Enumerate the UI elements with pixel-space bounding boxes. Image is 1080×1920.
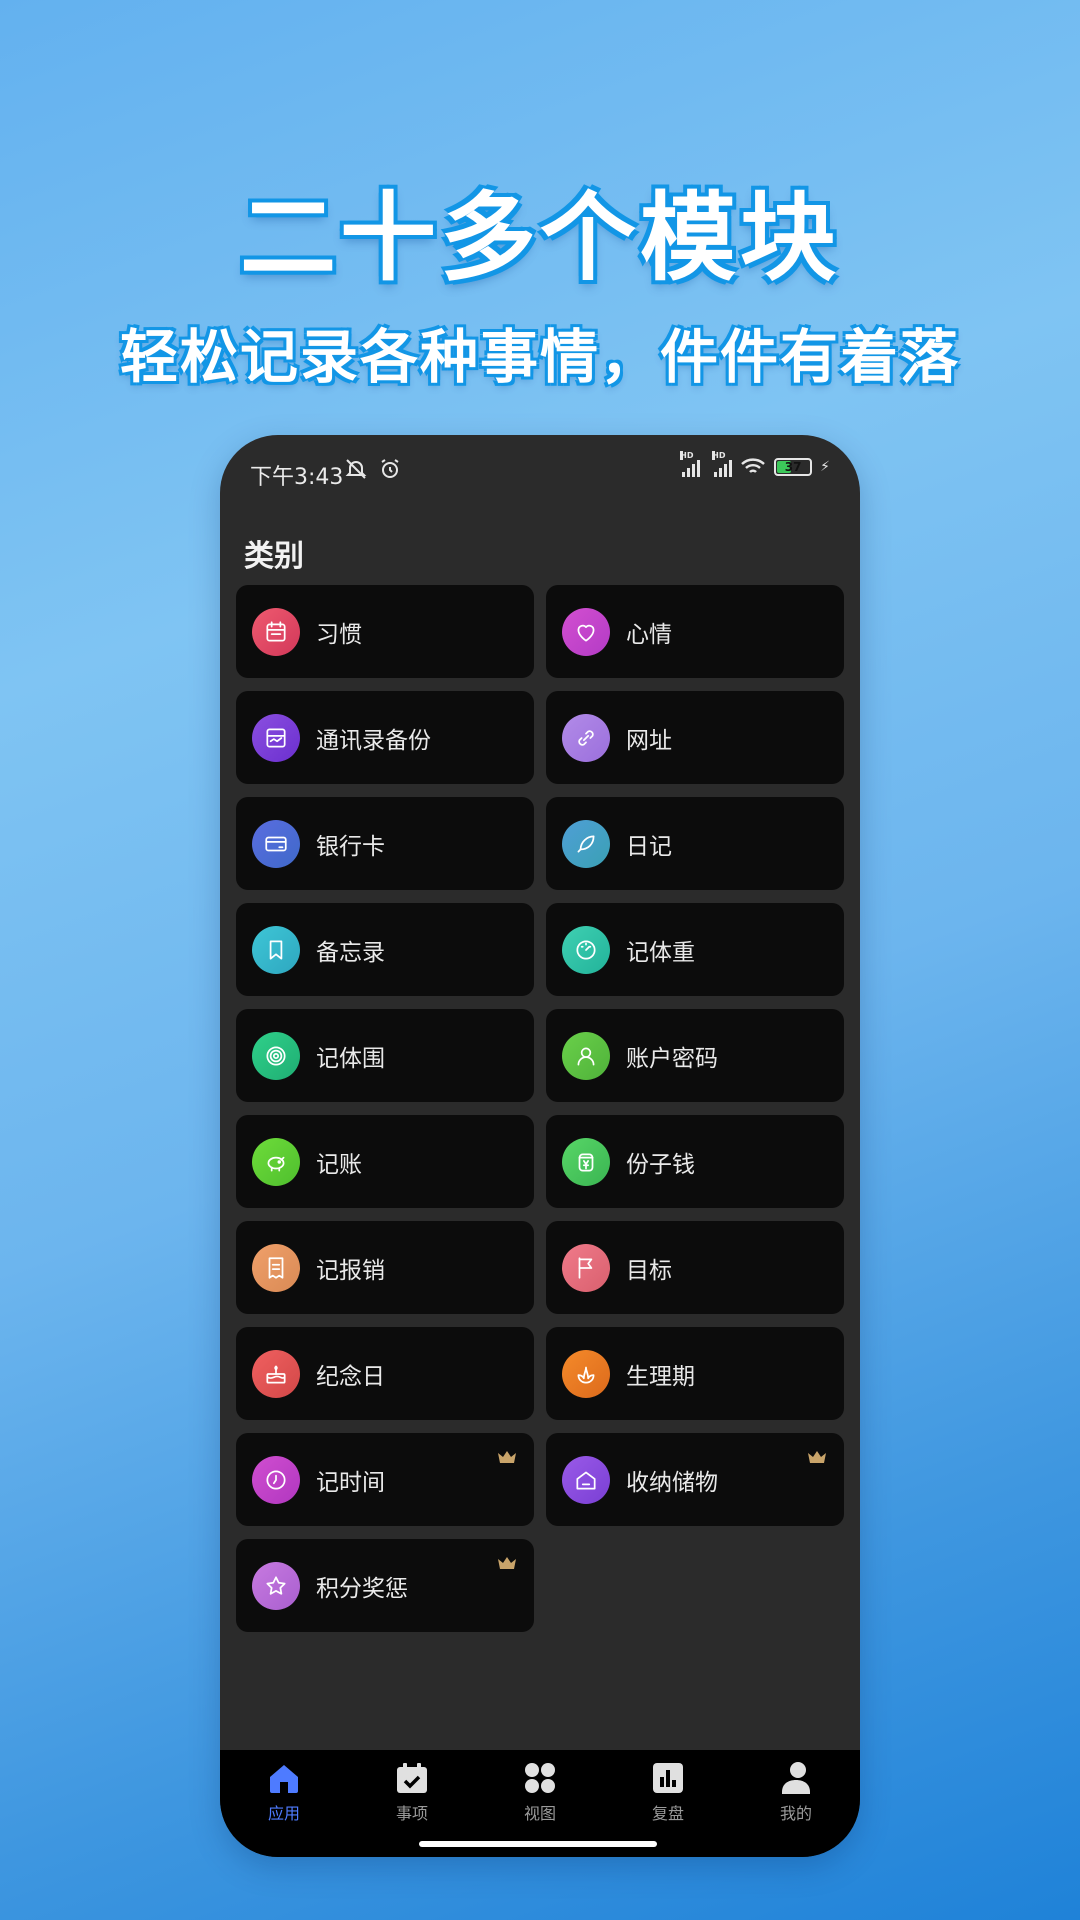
category-card[interactable]: 收纳储物 <box>546 1433 844 1526</box>
category-label: 生理期 <box>626 1363 695 1390</box>
bottom-tab-bar: 应用 事项 视图 复盘 我的 <box>220 1750 860 1857</box>
flower-icon <box>562 1349 610 1398</box>
flag-icon <box>562 1243 610 1292</box>
heart-icon <box>562 607 610 656</box>
battery-icon: 37 <box>774 458 813 476</box>
charging-icon: ⚡ <box>820 459 830 475</box>
category-label: 记报销 <box>316 1257 385 1284</box>
category-card[interactable]: 习惯 <box>236 585 534 678</box>
category-label: 日记 <box>626 833 672 860</box>
category-label: 份子钱 <box>626 1151 695 1178</box>
clock-icon <box>252 1455 300 1504</box>
grid-icon <box>525 1763 555 1793</box>
category-card[interactable]: 记时间 <box>236 1433 534 1526</box>
tab-label: 视图 <box>523 1804 556 1823</box>
tab-label: 我的 <box>779 1804 812 1823</box>
category-card[interactable]: 通讯录备份 <box>236 691 534 784</box>
category-label: 记账 <box>316 1151 362 1178</box>
category-label: 习惯 <box>316 621 362 648</box>
contacts-icon <box>252 713 300 762</box>
category-card[interactable]: 网址 <box>546 691 844 784</box>
category-label: 收纳储物 <box>626 1469 718 1496</box>
crown-icon <box>498 1451 516 1463</box>
house-icon <box>562 1455 610 1504</box>
phone-screen: 下午3:43 HD HD 37 ⚡ 类别 习惯 心情通讯录备份 网址银行卡 日记备忘录… <box>220 435 860 1857</box>
category-label: 银行卡 <box>316 833 385 860</box>
signal-icon: HD <box>712 451 733 477</box>
category-label: 目标 <box>626 1257 672 1284</box>
category-card[interactable]: 账户密码 <box>546 1009 844 1102</box>
promo-headline: 二十多个模块 <box>240 182 840 294</box>
alarm-icon <box>381 459 399 478</box>
receipt-icon <box>252 1243 300 1292</box>
category-card[interactable]: 银行卡 <box>236 797 534 890</box>
home-indicator[interactable] <box>419 1841 657 1847</box>
crown-icon <box>498 1557 516 1569</box>
category-card[interactable]: 纪念日 <box>236 1327 534 1420</box>
category-card[interactable]: 日记 <box>546 797 844 890</box>
category-card[interactable]: 目标 <box>546 1221 844 1314</box>
crown-icon <box>808 1451 826 1463</box>
category-card[interactable]: 心情 <box>546 585 844 678</box>
signal-icon: HD <box>680 451 701 477</box>
tab-grid[interactable]: 视图 <box>476 1760 604 1824</box>
category-card[interactable]: 记账 <box>236 1115 534 1208</box>
status-bar: 下午3:43 HD HD 37 ⚡ <box>220 435 860 515</box>
category-card[interactable]: 记体围 <box>236 1009 534 1102</box>
cake-icon <box>252 1349 300 1398</box>
calendar-check-icon <box>397 1763 427 1793</box>
scale-icon <box>562 925 610 974</box>
calendar-icon <box>252 607 300 656</box>
feather-icon <box>562 819 610 868</box>
link-icon <box>562 713 610 762</box>
card-icon <box>252 819 300 868</box>
category-card[interactable]: 积分奖惩 <box>236 1539 534 1632</box>
category-label: 记体重 <box>626 939 695 966</box>
tab-calendar-check[interactable]: 事项 <box>348 1760 476 1824</box>
category-label: 备忘录 <box>316 939 385 966</box>
category-label: 网址 <box>626 727 672 754</box>
category-label: 纪念日 <box>316 1363 385 1390</box>
category-label: 通讯录备份 <box>316 727 431 754</box>
promo-subline: 轻松记录各种事情，件件有着落 <box>119 323 960 391</box>
tab-home[interactable]: 应用 <box>220 1760 348 1824</box>
category-label: 记体围 <box>316 1045 385 1072</box>
status-time: 下午3:43 <box>250 465 344 490</box>
category-grid: 习惯 心情通讯录备份 网址银行卡 日记备忘录 记体重记体围 账户密码记账 份子钱记报销 目标纪… <box>236 585 846 1632</box>
money-jar-icon <box>562 1137 610 1186</box>
home-icon <box>270 1765 298 1793</box>
tab-label: 事项 <box>395 1804 428 1823</box>
tab-label: 应用 <box>267 1804 300 1823</box>
category-label: 记时间 <box>316 1469 385 1496</box>
category-label: 积分奖惩 <box>316 1575 408 1602</box>
category-card[interactable]: 生理期 <box>546 1327 844 1420</box>
category-label: 心情 <box>626 621 672 648</box>
tab-label: 复盘 <box>651 1804 684 1823</box>
bookmark-icon <box>252 925 300 974</box>
person-icon <box>782 1762 810 1794</box>
category-card[interactable]: 备忘录 <box>236 903 534 996</box>
category-card[interactable]: 记报销 <box>236 1221 534 1314</box>
mute-bell-icon <box>345 459 367 479</box>
piggy-bank-icon <box>252 1137 300 1186</box>
star-icon <box>252 1561 300 1610</box>
user-icon <box>562 1031 610 1080</box>
category-label: 账户密码 <box>626 1045 718 1072</box>
target-icon <box>252 1031 300 1080</box>
chart-icon <box>653 1763 683 1793</box>
page-title: 类别 <box>244 539 304 574</box>
category-card[interactable]: 份子钱 <box>546 1115 844 1208</box>
wifi-icon <box>741 458 765 473</box>
tab-chart[interactable]: 复盘 <box>604 1760 732 1824</box>
tab-person[interactable]: 我的 <box>732 1760 860 1824</box>
category-card[interactable]: 记体重 <box>546 903 844 996</box>
